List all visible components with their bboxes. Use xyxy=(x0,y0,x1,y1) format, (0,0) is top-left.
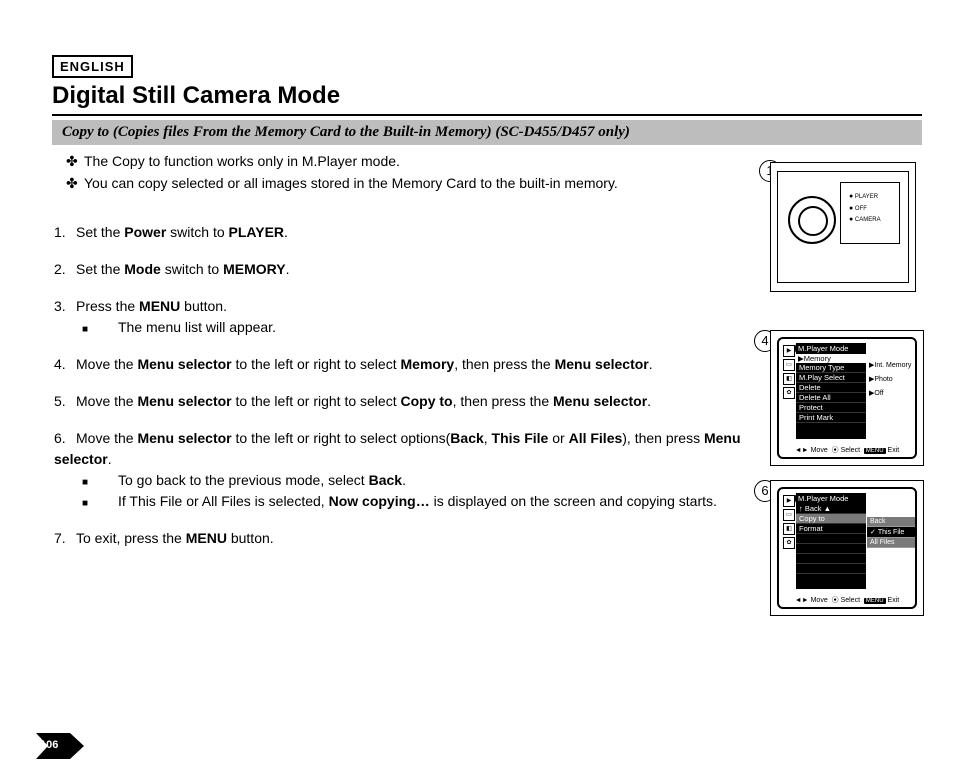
menu-item: Print Mark xyxy=(796,413,866,423)
menu-item: Delete All xyxy=(796,393,866,403)
gear-icon: ✿ xyxy=(783,387,795,399)
play-icon: ▶ xyxy=(783,495,795,507)
mode-indicator-panel: ● PLAYER ● OFF ● CAMERA xyxy=(840,182,900,244)
menu-item-highlight: Copy to xyxy=(796,514,866,524)
figure-menu-copyto: ▶ ▭ ◧ ✿ M.Player Mode ↑ Back ▲ Copy to F… xyxy=(770,480,924,616)
page-title: Digital Still Camera Mode xyxy=(52,82,922,116)
intro-block: ✤The Copy to function works only in M.Pl… xyxy=(66,152,618,195)
menu-item: Protect xyxy=(796,403,866,413)
option-all-files: All Files xyxy=(867,538,915,548)
menu-item: Format xyxy=(796,524,866,534)
option-this-file: This File xyxy=(867,527,915,538)
menu-values: ▶Int. Memory ▶Photo ▶Off xyxy=(869,361,911,403)
intro-line: You can copy selected or all images stor… xyxy=(84,175,618,191)
tape-icon: ▭ xyxy=(783,509,795,521)
figure-power-switch: ● PLAYER ● OFF ● CAMERA xyxy=(770,162,916,292)
menu-back: ↑ Back ▲ xyxy=(796,504,866,514)
intro-line: The Copy to function works only in M.Pla… xyxy=(84,153,400,169)
menu-item-highlight: ▶Memory xyxy=(796,354,866,363)
screen-title: M.Player Mode xyxy=(795,493,866,504)
steps-list: 1.Set the Power switch to PLAYER. 2.Set … xyxy=(54,222,744,565)
options-popup: Back This File All Files xyxy=(867,517,915,548)
page-number: 106 xyxy=(36,733,84,759)
dial-icon xyxy=(788,196,836,244)
camera-icon: ◧ xyxy=(783,373,795,385)
tape-icon: ▭ xyxy=(783,359,795,371)
play-icon: ▶ xyxy=(783,345,795,357)
screen-footer: ◄► Move ⦿ Select MENU Exit xyxy=(779,595,915,605)
section-subtitle: Copy to (Copies files From the Memory Ca… xyxy=(52,120,922,145)
menu-item: Memory Type xyxy=(796,363,866,373)
screen-footer: ◄► Move ⦿ Select MENU Exit xyxy=(779,445,915,455)
menu-item: Delete xyxy=(796,383,866,393)
menu-item: M.Play Select xyxy=(796,373,866,383)
option-back: Back xyxy=(867,517,915,527)
screen-title: M.Player Mode xyxy=(795,343,866,354)
camera-icon: ◧ xyxy=(783,523,795,535)
gear-icon: ✿ xyxy=(783,537,795,549)
figure-menu-memory: ▶ ▭ ◧ ✿ M.Player Mode ▶Memory Memory Typ… xyxy=(770,330,924,466)
language-label: ENGLISH xyxy=(52,55,133,78)
